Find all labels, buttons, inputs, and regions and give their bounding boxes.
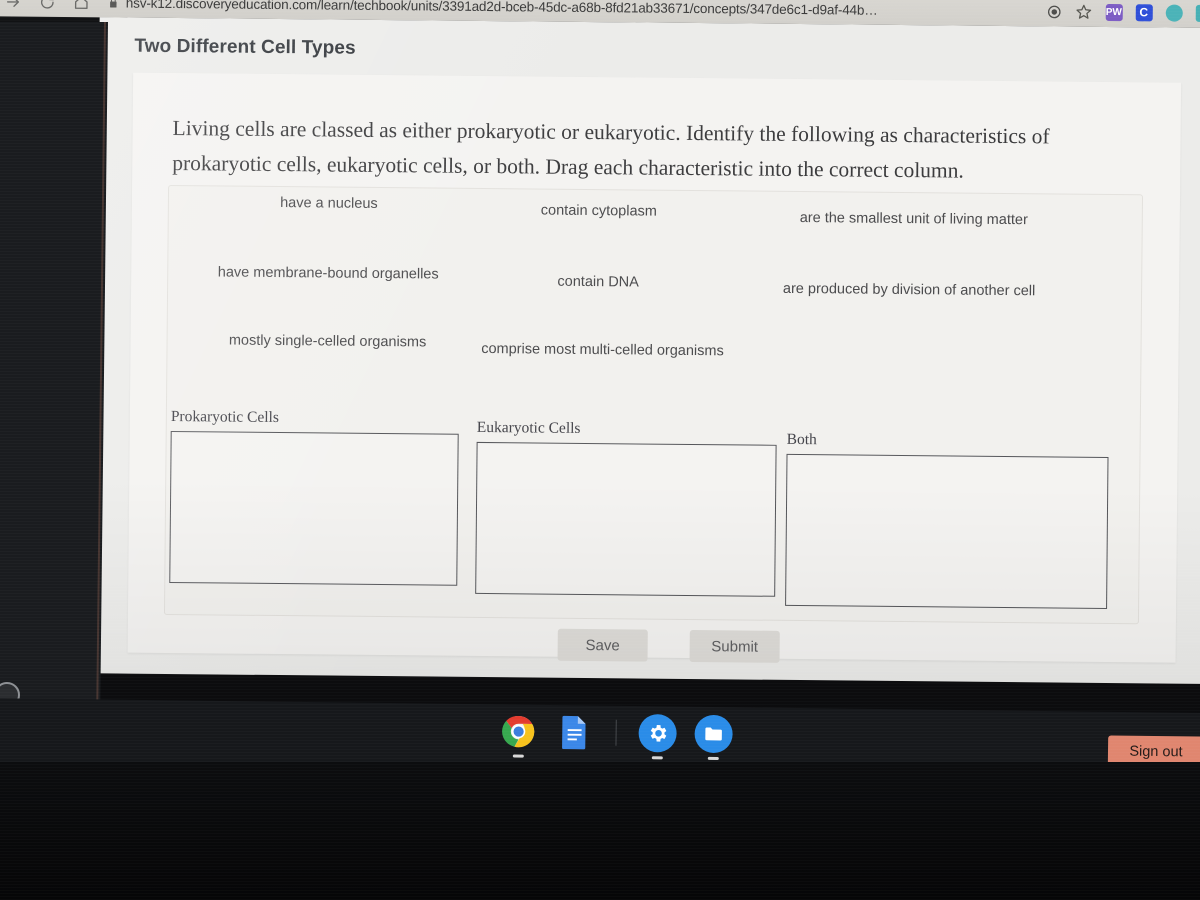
settings-gear-icon[interactable] — [638, 714, 677, 760]
app-running-dot — [512, 754, 524, 758]
chrome-icon[interactable] — [499, 712, 537, 758]
drop-zone-label: Both — [786, 430, 817, 449]
extension-purple-icon[interactable]: PW — [1099, 0, 1129, 25]
drop-zone-both: Both — [785, 431, 1109, 609]
lock-icon — [102, 0, 124, 16]
shelf-separator — [615, 719, 617, 746]
drop-zone-eukaryotic: Eukaryotic Cells — [475, 419, 777, 597]
activity-card: Living cells are classed as either proka… — [127, 72, 1182, 663]
home-icon[interactable] — [64, 0, 98, 15]
app-running-dot — [707, 756, 719, 761]
drop-zone-box[interactable] — [475, 441, 777, 597]
forward-arrow-icon[interactable] — [0, 0, 30, 15]
activity-prompt: Living cells are classed as either proka… — [172, 116, 1050, 183]
extension-teal-circle-icon[interactable] — [1159, 0, 1189, 26]
app-running-dot — [651, 756, 663, 760]
google-docs-icon[interactable] — [555, 713, 593, 751]
url-text[interactable]: hsv-k12.discoveryeducation.com/learn/tec… — [126, 0, 878, 17]
extension-teal-square-icon[interactable] — [1189, 0, 1200, 26]
files-folder-icon[interactable] — [694, 714, 733, 761]
drop-zone-box[interactable] — [785, 453, 1109, 609]
record-target-icon[interactable] — [1039, 0, 1069, 25]
bookmark-star-icon[interactable] — [1069, 0, 1099, 25]
reload-icon[interactable] — [30, 0, 64, 15]
screen-left-bezel — [0, 22, 109, 710]
save-button[interactable]: Save — [557, 628, 648, 662]
drop-zone-prokaryotic: Prokaryotic Cells — [169, 408, 459, 586]
laptop-screen: hsv-k12.discoveryeducation.com/learn/tec… — [0, 0, 1200, 780]
drop-zone-group: Prokaryotic Cells Eukaryotic Cells Both — [165, 186, 1144, 625]
drag-drop-panel: have a nucleus contain cytoplasm are the… — [163, 184, 1144, 625]
submit-button[interactable]: Submit — [689, 629, 780, 663]
action-buttons: Save Submit — [557, 628, 780, 663]
screenshot-root: hsv-k12.discoveryeducation.com/learn/tec… — [0, 0, 1200, 900]
drop-zone-label: Prokaryotic Cells — [170, 407, 279, 427]
page-title: Two Different Cell Types — [134, 35, 356, 59]
page-viewport: Two Different Cell Types Living cells ar… — [93, 17, 1200, 685]
extension-clever-icon[interactable]: C — [1129, 0, 1159, 25]
shelf-app-list — [499, 712, 733, 761]
desk-foreground — [0, 762, 1200, 900]
drop-zone-box[interactable] — [169, 430, 459, 586]
drop-zone-label: Eukaryotic Cells — [476, 418, 581, 437]
